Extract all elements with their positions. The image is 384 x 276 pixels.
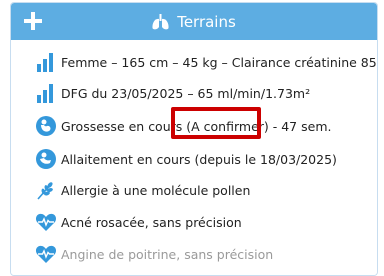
scroll-fade (11, 265, 377, 275)
heart-pulse-icon (35, 245, 57, 263)
pregnancy-icon (36, 116, 56, 136)
bar-chart-icon (37, 84, 53, 103)
list-item-label: Femme – 165 cm – 45 kg – Clairance créat… (61, 54, 377, 70)
list-item-label: Angine de poitrine, sans précision (61, 246, 274, 262)
list-item[interactable]: Acné rosacée, sans précision (11, 207, 377, 237)
bar-chart-icon (37, 53, 53, 72)
list-item[interactable]: DFG du 23/05/2025 – 65 ml/min/1.73m² (11, 78, 377, 108)
wheat-icon (37, 182, 53, 200)
panel-title: Terrains (177, 12, 236, 31)
list-item-label: Allaitement en cours (depuis le 18/03/20… (61, 151, 337, 167)
lungs-icon (152, 13, 169, 29)
list-item[interactable]: Allaitement en cours (depuis le 18/03/20… (11, 144, 377, 174)
list-item[interactable]: Allergie à une molécule pollen (11, 175, 377, 205)
breastfeeding-icon (36, 149, 56, 169)
terrains-panel: Terrains Femme – 165 cm – 45 kg – Claira… (10, 2, 378, 276)
heart-pulse-icon (35, 213, 57, 231)
list-item-label: Allergie à une molécule pollen (61, 182, 251, 198)
list-item[interactable]: Grossesse en cours (A confirmer) - 47 se… (11, 111, 377, 141)
list-item[interactable]: Femme – 165 cm – 45 kg – Clairance créat… (11, 47, 377, 77)
list-item-label: Acné rosacée, sans précision (61, 214, 242, 230)
panel-header: Terrains (11, 3, 377, 40)
list-item-label: Grossesse en cours (A confirmer) - 47 se… (61, 118, 332, 134)
list-item-label: DFG du 23/05/2025 – 65 ml/min/1.73m² (61, 85, 311, 101)
